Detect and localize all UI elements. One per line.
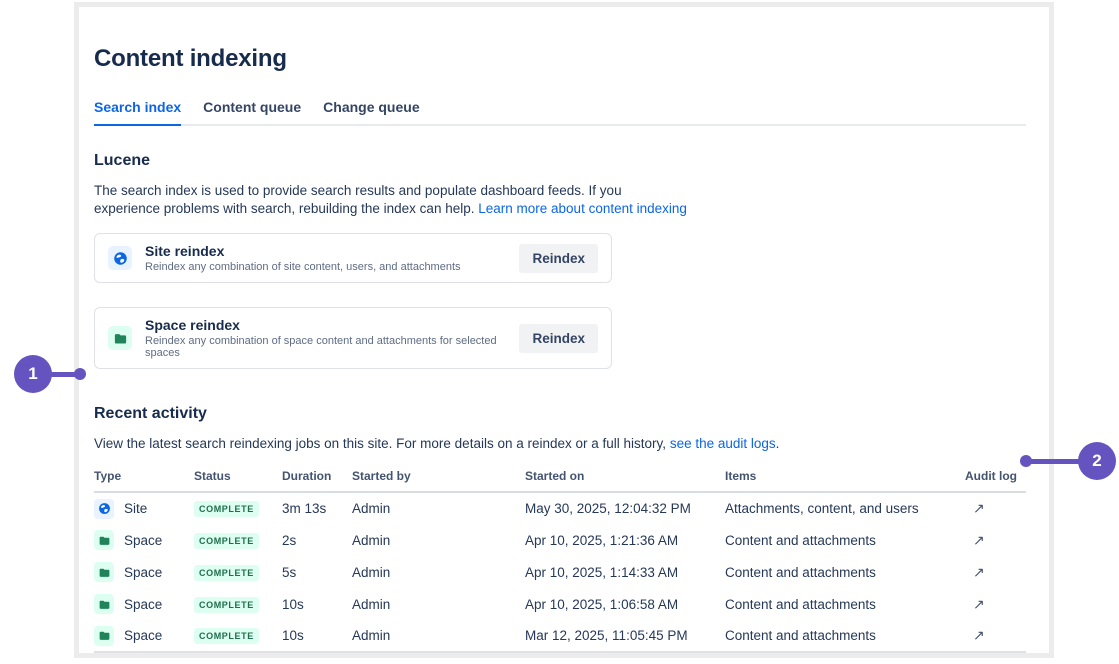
site-reindex-subtitle: Reindex any combination of site content,… <box>145 261 519 273</box>
status-badge: COMPLETE <box>194 628 259 644</box>
type-label: Space <box>124 628 162 643</box>
started-by-cell: Admin <box>352 492 525 524</box>
space-reindex-card: Space reindex Reindex any combination of… <box>94 307 612 369</box>
type-label: Space <box>124 533 162 548</box>
items-cell: Content and attachments <box>725 588 965 620</box>
duration-cell: 10s <box>282 588 352 620</box>
started-by-cell: Admin <box>352 620 525 652</box>
audit-log-arrow-icon[interactable]: ↗ <box>965 627 985 643</box>
started-on-cell: Apr 10, 2025, 1:14:33 AM <box>525 556 725 588</box>
site-reindex-title: Site reindex <box>145 243 519 259</box>
col-header-duration: Duration <box>282 469 352 492</box>
table-row: Space COMPLETE 2s Admin Apr 10, 2025, 1:… <box>94 524 1026 556</box>
started-by-cell: Admin <box>352 588 525 620</box>
site-reindex-card: Site reindex Reindex any combination of … <box>94 233 612 283</box>
folder-icon <box>94 594 114 614</box>
callout-2-dot <box>1020 455 1032 467</box>
callout-2-badge: 2 <box>1078 442 1116 480</box>
lucene-heading: Lucene <box>94 152 1026 170</box>
started-on-cell: Apr 10, 2025, 1:06:58 AM <box>525 588 725 620</box>
audit-log-arrow-icon[interactable]: ↗ <box>965 596 985 612</box>
type-label: Site <box>124 501 147 516</box>
duration-cell: 5s <box>282 556 352 588</box>
lucene-description: The search index is used to provide sear… <box>94 182 1026 218</box>
status-badge: COMPLETE <box>194 501 259 517</box>
recent-activity-heading: Recent activity <box>94 405 1026 423</box>
started-on-cell: Apr 10, 2025, 1:21:36 AM <box>525 524 725 556</box>
site-reindex-button[interactable]: Reindex <box>519 244 598 273</box>
content-indexing-page: Content indexing Search index Content qu… <box>94 7 1026 653</box>
col-header-started-by: Started by <box>352 469 525 492</box>
table-header-row: Type Status Duration Started by Started … <box>94 469 1026 492</box>
items-cell: Content and attachments <box>725 524 965 556</box>
space-reindex-button[interactable]: Reindex <box>519 324 598 353</box>
status-badge: COMPLETE <box>194 597 259 613</box>
started-on-cell: May 30, 2025, 12:04:32 PM <box>525 492 725 524</box>
type-cell: Space <box>94 594 194 614</box>
tab-search-index[interactable]: Search index <box>94 99 181 126</box>
tab-bar: Search index Content queue Change queue <box>94 99 1026 126</box>
callout-2-line <box>1030 459 1082 464</box>
col-header-type: Type <box>94 469 194 492</box>
started-by-cell: Admin <box>352 556 525 588</box>
table-row: Site COMPLETE 3m 13s Admin May 30, 2025,… <box>94 492 1026 524</box>
space-reindex-title: Space reindex <box>145 317 519 333</box>
type-label: Space <box>124 597 162 612</box>
items-cell: Content and attachments <box>725 620 965 652</box>
recent-activity-table: Type Status Duration Started by Started … <box>94 469 1026 653</box>
duration-cell: 2s <box>282 524 352 556</box>
callout-1-dot <box>74 368 86 380</box>
duration-cell: 10s <box>282 620 352 652</box>
type-label: Space <box>124 565 162 580</box>
audit-log-arrow-icon[interactable]: ↗ <box>965 532 985 548</box>
lucene-description-line2: experience problems with search, rebuild… <box>94 201 474 216</box>
tab-content-queue[interactable]: Content queue <box>203 99 301 124</box>
status-badge: COMPLETE <box>194 565 259 581</box>
col-header-started-on: Started on <box>525 469 725 492</box>
screenshot-frame: Content indexing Search index Content qu… <box>74 2 1054 658</box>
lucene-description-line1: The search index is used to provide sear… <box>94 183 622 198</box>
callout-1-badge: 1 <box>14 355 52 393</box>
audit-logs-link[interactable]: see the audit logs <box>670 436 776 451</box>
space-reindex-text: Space reindex Reindex any combination of… <box>145 317 519 359</box>
col-header-audit-log: Audit log <box>965 469 1026 492</box>
started-by-cell: Admin <box>352 524 525 556</box>
folder-icon <box>108 326 132 350</box>
page-title: Content indexing <box>94 45 1026 73</box>
col-header-items: Items <box>725 469 965 492</box>
site-reindex-text: Site reindex Reindex any combination of … <box>145 243 519 273</box>
type-cell: Space <box>94 626 194 646</box>
table-row: Space COMPLETE 5s Admin Apr 10, 2025, 1:… <box>94 556 1026 588</box>
folder-icon <box>94 626 114 646</box>
status-badge: COMPLETE <box>194 533 259 549</box>
type-cell: Space <box>94 530 194 550</box>
recent-activity-description-text: View the latest search reindexing jobs o… <box>94 436 666 451</box>
audit-log-arrow-icon[interactable]: ↗ <box>965 500 985 516</box>
globe-icon <box>94 499 114 519</box>
folder-icon <box>94 530 114 550</box>
duration-cell: 3m 13s <box>282 492 352 524</box>
items-cell: Content and attachments <box>725 556 965 588</box>
audit-log-arrow-icon[interactable]: ↗ <box>965 564 985 580</box>
type-cell: Space <box>94 562 194 582</box>
globe-icon <box>108 246 132 270</box>
learn-more-link[interactable]: Learn more about content indexing <box>478 201 687 216</box>
space-reindex-subtitle: Reindex any combination of space content… <box>145 335 519 359</box>
folder-icon <box>94 562 114 582</box>
sentence-period: . <box>776 436 780 451</box>
started-on-cell: Mar 12, 2025, 11:05:45 PM <box>525 620 725 652</box>
table-row: Space COMPLETE 10s Admin Apr 10, 2025, 1… <box>94 588 1026 620</box>
items-cell: Attachments, content, and users <box>725 492 965 524</box>
table-row: Space COMPLETE 10s Admin Mar 12, 2025, 1… <box>94 620 1026 652</box>
recent-activity-description: View the latest search reindexing jobs o… <box>94 435 1026 453</box>
type-cell: Site <box>94 499 194 519</box>
col-header-status: Status <box>194 469 282 492</box>
tab-change-queue[interactable]: Change queue <box>323 99 419 124</box>
